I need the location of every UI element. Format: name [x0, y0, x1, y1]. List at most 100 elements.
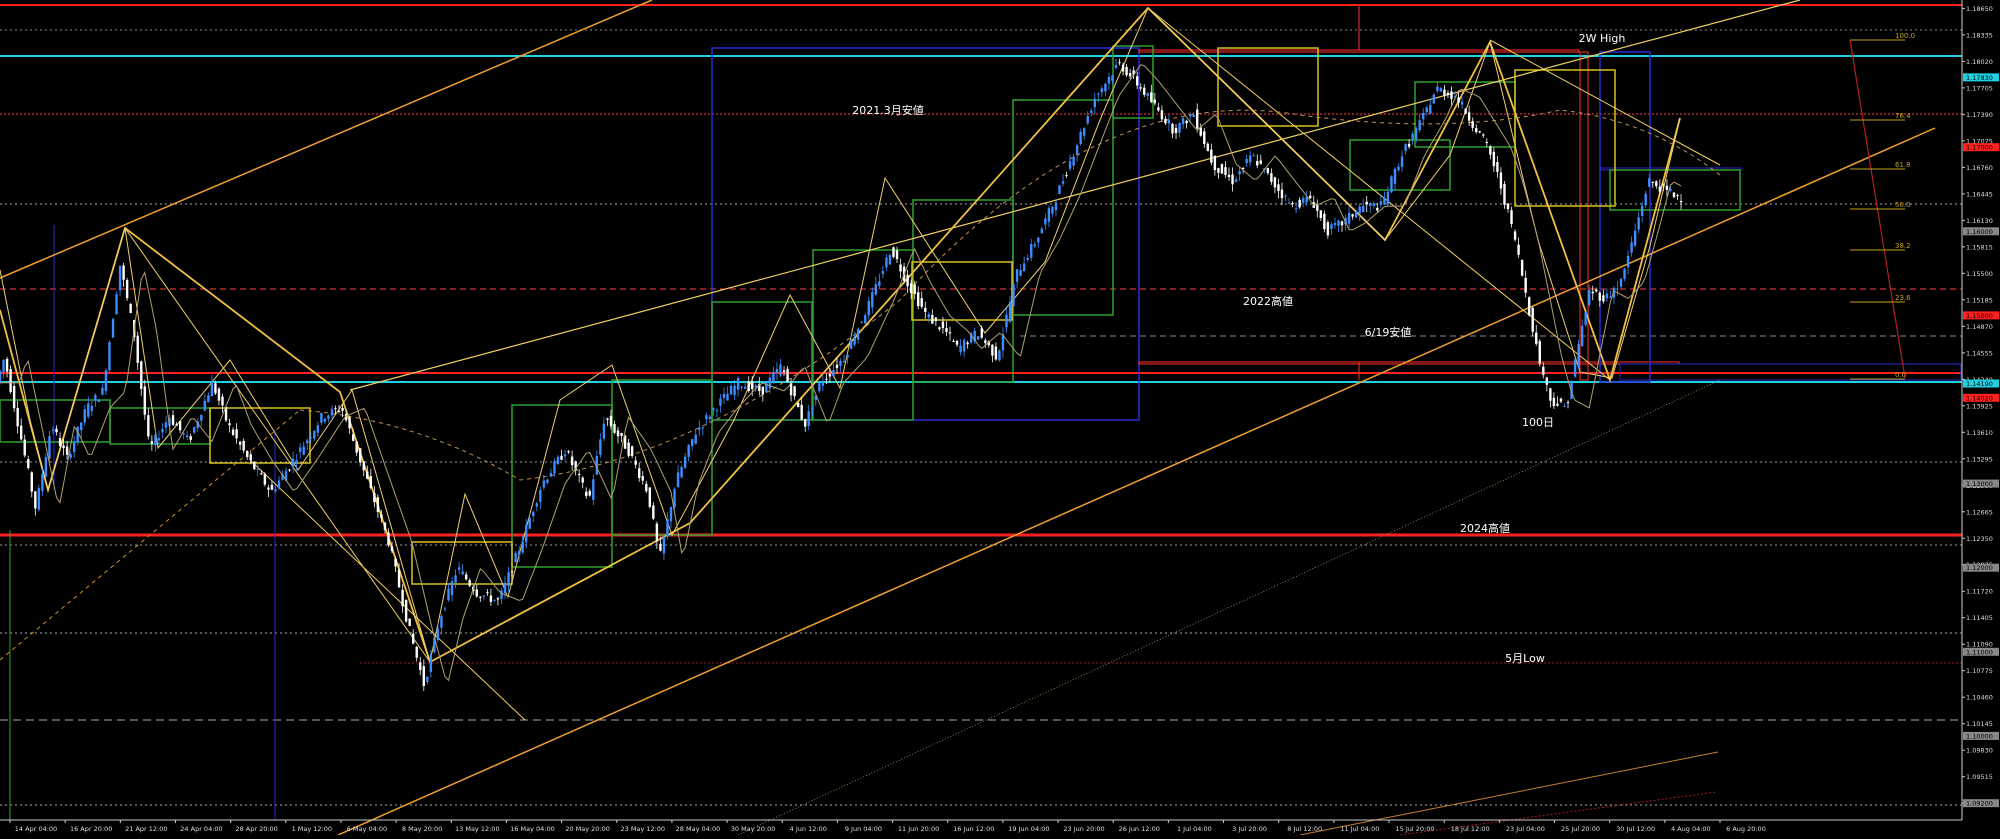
y-tick-label: 1.15500	[1966, 270, 1993, 278]
candle-bear	[751, 381, 754, 390]
candle-bull	[1167, 120, 1171, 124]
candle-bear	[125, 280, 129, 299]
candle-bull	[443, 608, 447, 610]
candle-bull	[1633, 230, 1637, 246]
candle-bull	[1414, 128, 1418, 140]
candle-bull	[323, 418, 327, 422]
candle-bear	[464, 574, 468, 580]
candle-bear	[931, 314, 934, 324]
candle-bear	[1270, 173, 1273, 182]
candle-bear	[401, 589, 404, 607]
candle-bull	[743, 386, 747, 389]
candle-bear	[228, 423, 231, 426]
x-tick-label: 6 May 04:00	[347, 825, 387, 833]
x-tick-label: 21 Apr 12:00	[125, 825, 167, 833]
candle-bear	[1164, 118, 1167, 124]
candle-bear	[1506, 203, 1510, 209]
candle-bear	[1549, 388, 1552, 401]
candle-bear	[1658, 186, 1662, 192]
candle-bull	[602, 423, 606, 439]
candle-bear	[242, 440, 245, 451]
x-tick-label: 16 May 04:00	[510, 825, 555, 833]
candle-bear	[1185, 120, 1188, 124]
candle-bear	[786, 368, 789, 382]
candle-bull	[811, 408, 814, 410]
candle-bull	[44, 456, 48, 477]
x-tick-label: 23 Jun 20:00	[1063, 825, 1104, 833]
candle-bear	[588, 490, 591, 496]
candle-bear	[415, 646, 418, 658]
candle-bull	[676, 472, 680, 488]
candle-bear	[1065, 175, 1068, 177]
candle-bull	[1008, 302, 1012, 322]
candle-bull	[41, 474, 44, 491]
candle-bear	[1210, 149, 1213, 163]
candle-bull	[2, 359, 5, 372]
x-tick-label: 6 Aug 20:00	[1726, 825, 1766, 833]
price-tag-label: 1.14190	[1966, 380, 1993, 388]
candle-bear	[924, 307, 927, 312]
candle-bear	[189, 436, 192, 440]
price-chart[interactable]: 2W High 2021.3月安値 2022高値 6/19安値 100日 202…	[0, 0, 2000, 836]
candle-bull	[1068, 161, 1072, 169]
candle-bull	[528, 517, 531, 529]
x-tick-label: 15 Jul 20:00	[1396, 825, 1435, 833]
candle-bear	[411, 633, 415, 644]
candle-bull	[111, 319, 115, 338]
candle-bull	[818, 383, 821, 392]
label-2021-low: 2021.3月安値	[852, 103, 924, 117]
candle-bull	[673, 488, 676, 508]
candle-bull	[1400, 156, 1404, 167]
candle-bear	[1153, 99, 1157, 104]
fib-label: 23.6	[1895, 294, 1911, 302]
candle-bear	[1171, 123, 1174, 134]
candle-bear	[966, 342, 969, 345]
x-tick-label: 4 Aug 04:00	[1671, 825, 1711, 833]
candle-bull	[535, 503, 539, 507]
y-tick-label: 1.14555	[1966, 349, 1993, 357]
candle-bear	[825, 378, 828, 380]
candle-bear	[1291, 203, 1294, 205]
candle-bear	[948, 332, 952, 334]
candle-bear	[1464, 108, 1467, 114]
candle-bull	[962, 340, 966, 352]
candle-bear	[140, 361, 143, 389]
candle-bull	[772, 372, 775, 382]
candle-bear	[606, 418, 609, 420]
candle-bear	[337, 410, 341, 412]
candle-bull	[1397, 166, 1400, 171]
candle-bear	[913, 284, 916, 295]
candle-bull	[1030, 244, 1033, 258]
candle-bull	[1061, 181, 1065, 184]
candle-bull	[839, 360, 842, 366]
candle-bull	[1386, 191, 1390, 205]
candle-bear	[638, 468, 641, 479]
candle-bear	[221, 396, 224, 406]
candle-bear	[1135, 76, 1139, 86]
candle-bull	[97, 399, 101, 402]
candle-bull	[881, 271, 885, 274]
candle-bull	[1075, 145, 1079, 155]
candle-bear	[1651, 181, 1654, 183]
candle-bull	[461, 571, 464, 575]
candle-bear	[249, 454, 252, 461]
candle-bear	[12, 385, 16, 409]
chart-canvas[interactable]: 2W High 2021.3月安値 2022高値 6/19安値 100日 202…	[0, 0, 2000, 836]
candle-bear	[58, 438, 62, 446]
candle-bull	[1238, 170, 1241, 175]
candle-bear	[1118, 62, 1121, 64]
candle-bull	[1577, 344, 1580, 368]
candle-bear	[383, 522, 387, 530]
x-tick-label: 11 Jun 20:00	[898, 825, 939, 833]
candle-bull	[115, 294, 118, 315]
candle-bear	[659, 543, 662, 551]
candle-bear	[65, 446, 69, 455]
label-100-day: 100日	[1522, 416, 1554, 429]
candle-bear	[634, 460, 637, 465]
candle-bear	[263, 474, 267, 485]
candle-bear	[1256, 161, 1259, 166]
candle-bear	[387, 532, 390, 546]
price-tag-label: 1.12000	[1966, 564, 1993, 572]
candle-bear	[175, 424, 178, 426]
candle-bull	[849, 340, 853, 349]
